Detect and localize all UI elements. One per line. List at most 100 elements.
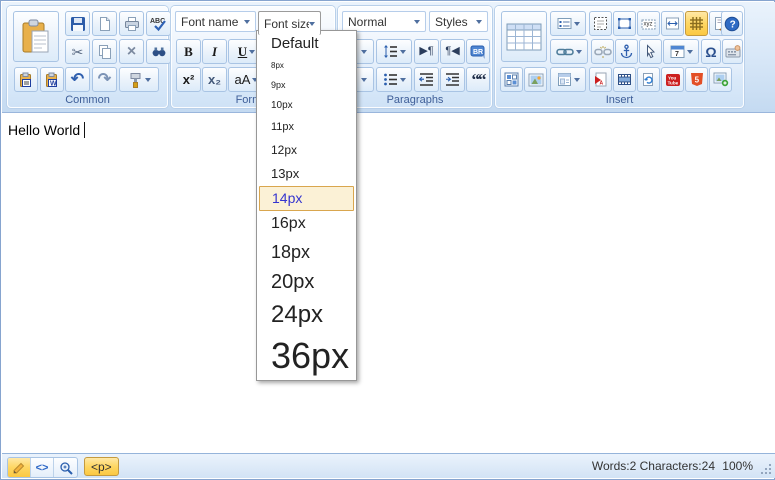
- paste-from-word-icon: W: [44, 72, 60, 88]
- table-icon: [506, 22, 542, 52]
- preview-button[interactable]: [54, 458, 77, 477]
- bullet-list-button[interactable]: [376, 67, 412, 92]
- insert-youtube-button[interactable]: YouTube: [661, 67, 684, 92]
- font-size-option[interactable]: 9px: [257, 76, 356, 96]
- copy-icon: [97, 44, 113, 60]
- select-element-button[interactable]: [639, 39, 662, 64]
- ltr-icon: ▶¶: [419, 46, 433, 57]
- print-button[interactable]: [119, 11, 144, 36]
- font-size-option[interactable]: 13px: [257, 162, 356, 186]
- blockquote-button[interactable]: ““: [466, 67, 490, 92]
- line-spacing-icon: [383, 44, 398, 59]
- format-painter-button[interactable]: [119, 67, 159, 92]
- font-size-option[interactable]: 11px: [257, 117, 356, 139]
- font-size-option[interactable]: 16px: [257, 211, 356, 238]
- font-size-menu: Default8px9px10px11px12px13px14px16px18p…: [256, 30, 357, 381]
- indent-button[interactable]: [440, 67, 465, 92]
- italic-button[interactable]: I: [202, 39, 227, 64]
- bold-button[interactable]: B: [176, 39, 201, 64]
- svg-text:A: A: [600, 81, 604, 87]
- components-button[interactable]: [500, 67, 523, 92]
- blockquote-icon: ““: [472, 71, 485, 88]
- media-film-icon: [617, 73, 632, 86]
- insert-form-element-button[interactable]: [550, 11, 586, 36]
- paste-text-button[interactable]: [14, 67, 38, 92]
- font-size-option[interactable]: 18px: [257, 238, 356, 267]
- omega-icon: Ω: [705, 45, 716, 59]
- chevron-down-icon: [574, 22, 580, 26]
- insert-media-button[interactable]: [613, 67, 636, 92]
- datetime-icon: 7: [670, 44, 685, 59]
- magnifier-icon: [59, 461, 73, 475]
- editor-canvas[interactable]: Hello World: [2, 113, 775, 455]
- copy-button[interactable]: [92, 39, 117, 64]
- insert-pdf-button[interactable]: A: [589, 67, 612, 92]
- show-gridlines-button[interactable]: [685, 11, 708, 36]
- font-size-combo[interactable]: Font size: [258, 11, 321, 35]
- insert-image-url-button[interactable]: [709, 67, 732, 92]
- resize-grip[interactable]: [761, 464, 772, 475]
- keyboard-icon: [725, 44, 741, 59]
- svg-text:W: W: [50, 80, 57, 87]
- group-label-paragraphs: Paragraphs: [338, 94, 492, 106]
- insert-anchor-button[interactable]: [615, 39, 638, 64]
- insert-html5-button[interactable]: 5: [685, 67, 708, 92]
- line-break-button[interactable]: BR: [466, 39, 490, 64]
- insert-template-button[interactable]: [550, 67, 586, 92]
- special-character-button[interactable]: Ω: [701, 39, 721, 64]
- paste-from-word-button[interactable]: W: [40, 67, 64, 92]
- group-label-common: Common: [7, 94, 168, 106]
- font-size-option[interactable]: 36px: [257, 333, 356, 380]
- styles-combo[interactable]: Styles: [429, 11, 488, 32]
- insert-link-button[interactable]: [550, 39, 588, 64]
- paste-button[interactable]: [13, 11, 59, 62]
- save-button[interactable]: [65, 11, 90, 36]
- font-size-option[interactable]: 24px: [257, 298, 356, 333]
- insert-iframe-button[interactable]: [661, 11, 684, 36]
- delete-icon: ×: [127, 44, 136, 60]
- insert-span-button[interactable]: xyz: [637, 11, 660, 36]
- insert-fieldset-button[interactable]: [613, 11, 636, 36]
- cut-button[interactable]: ✂: [65, 39, 90, 64]
- toolbar: ABC ✂ × W ↶ ↷: [2, 2, 775, 113]
- unlink-button[interactable]: [591, 39, 614, 64]
- font-size-option[interactable]: 14px: [259, 186, 354, 211]
- font-size-option[interactable]: 12px: [257, 139, 356, 162]
- left-to-right-button[interactable]: ▶¶: [414, 39, 439, 64]
- bold-icon: B: [184, 45, 193, 58]
- insert-image-button[interactable]: [524, 67, 547, 92]
- superscript-button[interactable]: x²: [176, 67, 201, 92]
- svg-text:Tube: Tube: [667, 80, 678, 85]
- insert-div-button[interactable]: [589, 11, 612, 36]
- rtl-icon: ¶◀: [445, 46, 459, 57]
- insert-datetime-button[interactable]: 7: [663, 39, 699, 64]
- element-path-p-button[interactable]: <p>: [84, 457, 119, 476]
- outdent-button[interactable]: [414, 67, 439, 92]
- underline-icon: U: [238, 45, 247, 58]
- group-label-insert: Insert: [495, 94, 744, 106]
- virtual-keyboard-button[interactable]: [722, 39, 743, 64]
- find-button[interactable]: [146, 39, 171, 64]
- redo-button[interactable]: ↷: [92, 67, 117, 92]
- font-name-combo[interactable]: Font name: [175, 11, 256, 32]
- undo-button[interactable]: ↶: [65, 67, 90, 92]
- change-case-icon: aA: [235, 73, 251, 86]
- help-button[interactable]: ?: [721, 11, 743, 36]
- design-mode-button[interactable]: [8, 458, 31, 477]
- clean-code-button[interactable]: [637, 67, 660, 92]
- right-to-left-button[interactable]: ¶◀: [440, 39, 465, 64]
- refresh-code-icon: [641, 72, 656, 87]
- font-size-option[interactable]: 10px: [257, 96, 356, 117]
- new-document-button[interactable]: [92, 11, 117, 36]
- code-view-button[interactable]: <>: [31, 458, 54, 477]
- subscript-button[interactable]: x₂: [202, 67, 227, 92]
- line-spacing-button[interactable]: [376, 39, 412, 64]
- pdf-icon: A: [593, 72, 608, 87]
- spellcheck-button[interactable]: ABC: [146, 11, 171, 36]
- font-size-option[interactable]: 8px: [257, 57, 356, 76]
- paragraph-style-combo[interactable]: Normal: [342, 11, 426, 32]
- font-size-option[interactable]: 20px: [257, 267, 356, 298]
- code-view-icon: <>: [36, 462, 49, 474]
- delete-button[interactable]: ×: [119, 39, 144, 64]
- insert-table-button[interactable]: [501, 11, 547, 62]
